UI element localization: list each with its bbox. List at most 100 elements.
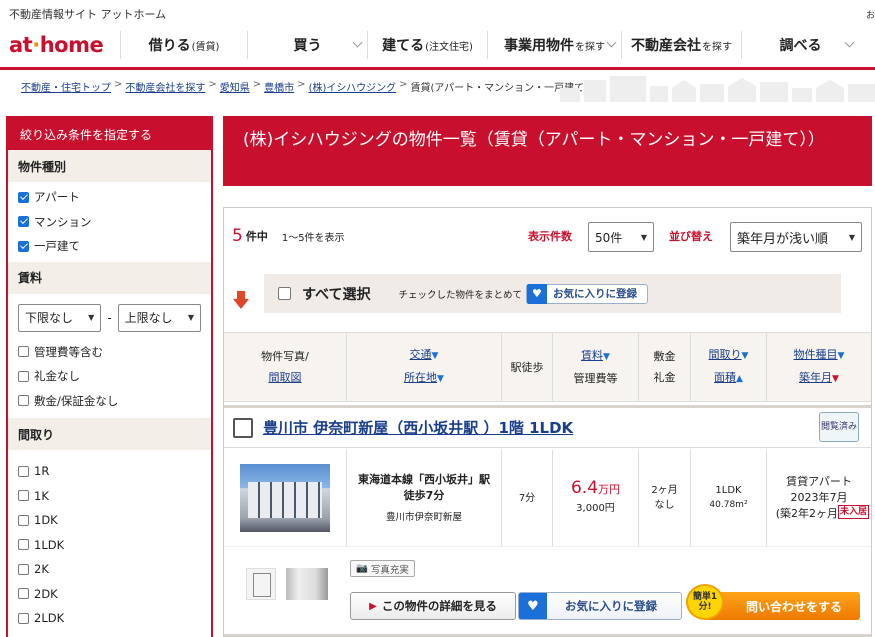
filter-layout-label: 1R [34,464,50,479]
checkbox-icon[interactable] [18,612,29,624]
checkbox-icon[interactable] [18,370,29,382]
rent-max-select[interactable]: 上限なし ▼ [117,303,201,332]
nav-buy[interactable]: 買う [247,31,367,59]
sort-built-link[interactable]: 築年月 [799,371,832,384]
filter-rent-no-deposit[interactable]: 敷金/保証金なし [8,389,211,414]
display-count-select[interactable]: 50件 ▼ [588,222,654,252]
filter-type-house[interactable]: 一戸建て [8,234,211,259]
sort-select[interactable]: 築年月が浅い順 ▼ [730,222,862,252]
filter-sidebar: 絞り込み条件を指定する 物件種別 アパート マンション 一戸建て 賃料 下限なし… [6,116,213,637]
header-divider [0,67,875,70]
filter-layout-1k[interactable]: 1K [8,484,211,509]
checkbox-checked-icon[interactable] [18,240,29,252]
property-type: 賃貸アパート [786,475,852,488]
select-all-bar: すべて選択 チェックした物件をまとめて ♥ お気に入りに登録 [264,274,841,313]
filter-section-type: 物件種別 [8,150,211,182]
property-key-money: なし [654,500,675,511]
athome-logo[interactable]: at · home [0,25,120,65]
checkbox-icon[interactable] [18,588,29,600]
nav-rent-sub: (賃貸) [191,41,220,53]
sort-layout-link[interactable]: 間取り [709,348,742,361]
sort-label: 並び替え [669,230,713,243]
play-arrow-icon: ▶ [369,600,377,612]
checkbox-icon[interactable] [18,563,29,575]
property-photo[interactable] [240,464,330,532]
sort-area-link[interactable]: 面積 [714,371,736,384]
col-layout: 間取り▼ 面積▲ [691,333,767,401]
filter-layout-label: 1DK [34,513,58,528]
property-rent: 6.4万円 [571,479,621,497]
breadcrumb-link-aichi[interactable]: 愛知県 [220,79,250,94]
checkbox-checked-icon[interactable] [18,216,29,228]
col-floorplan-link[interactable]: 間取図 [269,367,302,388]
filter-layout-1ldk[interactable]: 1LDK [8,533,211,558]
property-mgmt-fee: 3,000円 [576,502,615,514]
filter-rent-no-key-money[interactable]: 礼金なし [8,364,211,389]
breadcrumb-link-company[interactable]: (株)イシハウジング [309,79,397,94]
bulk-favorite-label: お気に入りに登録 [552,288,637,300]
filter-layout-1r[interactable]: 1R [8,459,211,484]
heart-icon: ♥ [519,593,547,619]
checkbox-icon[interactable] [18,395,29,407]
nav-business[interactable]: 事業用物件 を探す [487,31,621,59]
property-title-link[interactable]: 豊川市 伊奈町新屋（西小坂井駅 ）1階 1LDK [263,417,573,438]
filter-rent-incl-fee[interactable]: 管理費等含む [8,340,211,365]
sort-rent-link[interactable]: 賃料 [581,349,603,362]
checkbox-icon[interactable] [18,346,29,358]
nav-agency[interactable]: 不動産会社 を探す [621,31,741,59]
breadcrumb-link-toyohashi[interactable]: 豊橋市 [264,79,294,94]
sort-traffic-link[interactable]: 交通 [410,348,432,361]
checkbox-icon[interactable] [18,490,29,502]
col-photo: 物件写真/ 間取図 [224,333,347,401]
floorplan-thumbnail[interactable] [246,568,276,600]
property-rent-unit: 万円 [598,482,621,496]
property-walk-cell: 7分 [502,450,553,546]
filter-layout-2k[interactable]: 2K [8,557,211,582]
breadcrumb-link-agency-search[interactable]: 不動産会社を探す [125,79,205,94]
interior-thumbnail[interactable] [286,568,328,600]
skyline-illustration [560,76,875,102]
filter-layout-1dk[interactable]: 1DK [8,508,211,533]
site-tagline-right: お [865,11,875,21]
inquiry-button[interactable]: 問い合わせをする [704,592,860,620]
filter-type-apartment[interactable]: アパート [8,185,211,210]
checkbox-checked-icon[interactable] [18,191,29,203]
select-all-label[interactable]: すべて選択 [302,284,370,304]
filter-type-mansion[interactable]: マンション [8,210,211,235]
col-photo-label: 物件写真/ [261,350,309,363]
rent-min-select[interactable]: 下限なし ▼ [18,303,102,332]
col-traffic: 交通▼ 所在地▼ [347,333,502,401]
select-all-checkbox[interactable] [278,287,291,300]
sort-type-link[interactable]: 物件種目 [794,348,838,361]
sort-down-icon: ▼ [431,351,439,361]
col-rent: 賃料▼ 管理費等 [553,333,639,401]
checkbox-icon[interactable] [18,465,29,477]
nav-rent[interactable]: 借りる (賃貸) [120,31,247,59]
sort-up-icon: ▲ [736,374,743,384]
nav-research[interactable]: 調べる [741,31,859,59]
checkbox-icon[interactable] [18,539,29,551]
checkbox-icon[interactable] [18,514,29,526]
bulk-favorite-button[interactable]: ♥ お気に入りに登録 [525,283,648,304]
col-walk: 駅徒歩 [502,333,553,401]
rent-max-value: 上限なし [124,311,173,325]
view-detail-button[interactable]: ▶ この物件の詳細を見る [350,592,516,620]
breadcrumb-link-top[interactable]: 不動産・住宅トップ [21,79,111,94]
sort-down-icon: ▼ [603,352,610,362]
property-deposit: 2ヶ月 [651,485,678,496]
filter-layout-2dk[interactable]: 2DK [8,582,211,607]
unoccupied-badge: 未入居 [837,505,869,519]
logo-home: home [39,33,104,57]
property-card-header: 豊川市 伊奈町新屋（西小坂井駅 ）1階 1LDK 閲覧済み [224,408,871,448]
nav-build[interactable]: 建てる (注文住宅) [367,31,487,59]
results-table-header: 物件写真/ 間取図 交通▼ 所在地▼ 駅徒歩 賃料▼ 管理費等 敷金 礼金 間取… [224,332,871,402]
filter-layout-2ldk[interactable]: 2LDK [8,606,211,631]
property-layout-cell: 1LDK 40.78m² [691,450,767,546]
property-checkbox[interactable] [233,417,253,438]
filter-rent-label: 礼金なし [34,369,80,384]
sort-location-link[interactable]: 所在地 [404,371,437,384]
nav-buy-label: 買う [293,38,322,54]
add-favorite-button[interactable]: ♥ お気に入りに登録 [518,592,682,620]
sort-down-active-icon: ▼ [832,374,839,384]
nav-agency-sub: を探す [702,41,732,53]
